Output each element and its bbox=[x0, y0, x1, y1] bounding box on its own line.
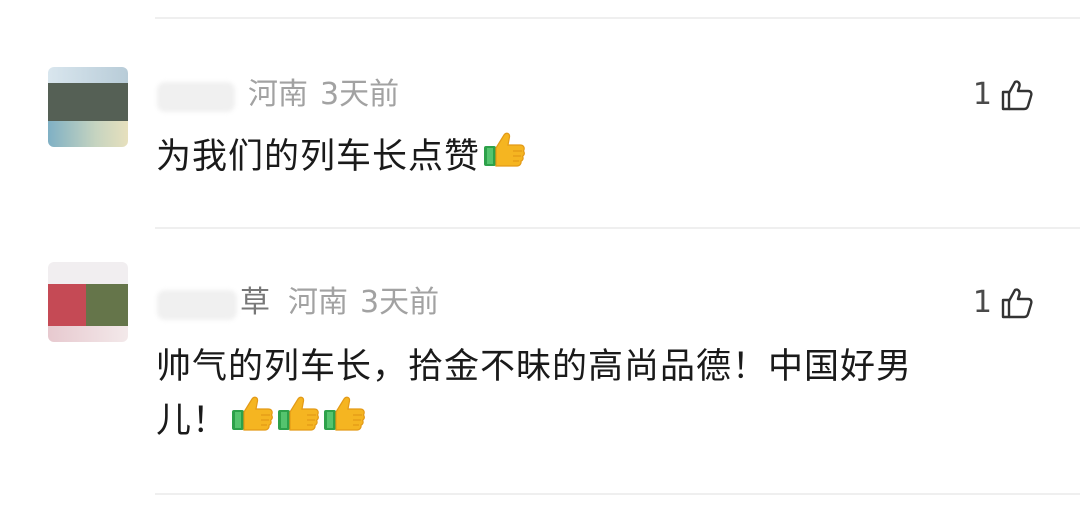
thumbs-up-emoji bbox=[322, 394, 366, 450]
avatar[interactable] bbox=[48, 262, 128, 342]
divider-middle bbox=[155, 227, 1080, 229]
thumb-up-outline-icon[interactable] bbox=[1000, 286, 1034, 320]
like-count: 1 bbox=[972, 77, 992, 112]
location-label: 河南 bbox=[248, 77, 308, 112]
comment-text-line: 儿！ bbox=[156, 394, 1056, 450]
comment-text: 帅气的列车长，拾金不昧的高尚品德！中国好男 儿！ bbox=[156, 340, 1056, 450]
comment-text-body: 为我们的列车长点赞 bbox=[156, 137, 481, 177]
location-label: 河南 bbox=[288, 285, 348, 320]
username-blurred bbox=[157, 82, 235, 112]
time-label: 3天前 bbox=[320, 77, 400, 112]
divider-top bbox=[155, 17, 1080, 19]
comment-text-body: 儿！ bbox=[156, 401, 229, 441]
thumbs-up-emoji bbox=[276, 394, 320, 450]
username-visible-char: 草 bbox=[240, 285, 270, 320]
thumbs-up-emoji bbox=[482, 130, 526, 186]
comment-meta: 河南 3天前 bbox=[288, 288, 439, 318]
avatar[interactable] bbox=[48, 67, 128, 147]
time-label: 3天前 bbox=[360, 285, 440, 320]
thumb-up-outline-icon[interactable] bbox=[1000, 78, 1034, 112]
like-count: 1 bbox=[972, 285, 992, 320]
comment-text-line: 帅气的列车长，拾金不昧的高尚品德！中国好男 bbox=[156, 347, 913, 387]
comment-meta: 河南 3天前 bbox=[248, 80, 399, 110]
username-blurred bbox=[157, 290, 237, 320]
like-control[interactable]: 1 bbox=[973, 283, 1034, 323]
like-control[interactable]: 1 bbox=[973, 75, 1034, 115]
divider-bottom bbox=[155, 493, 1080, 495]
thumbs-up-emoji bbox=[230, 394, 274, 450]
comment-text: 为我们的列车长点赞 bbox=[156, 130, 526, 186]
